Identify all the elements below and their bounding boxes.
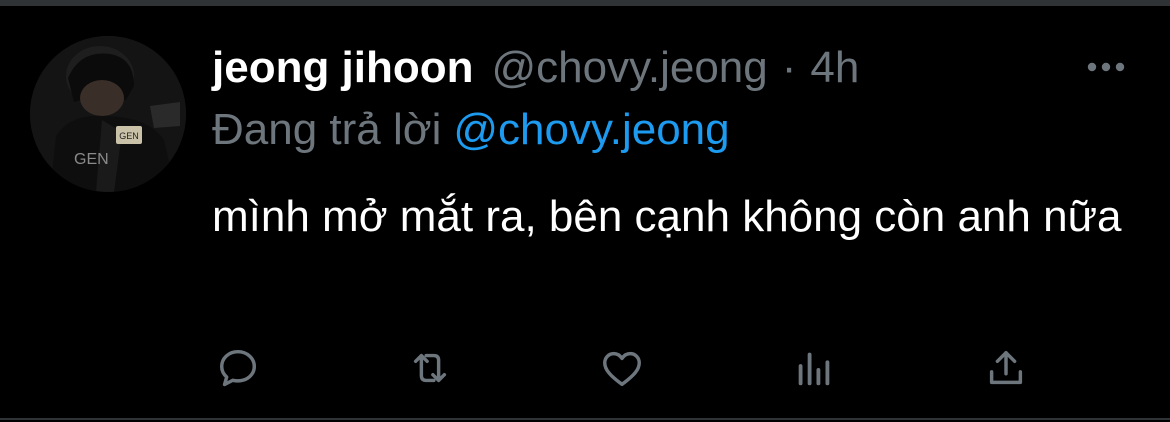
tweet-header: jeong jihoon @chovy.jeong · 4h [212, 38, 859, 98]
tweet-text: mình mở mắt ra, bên cạnh không còn anh n… [212, 192, 1122, 241]
retweet-icon [413, 353, 447, 383]
share-button[interactable] [980, 342, 1032, 394]
more-horizontal-icon [1087, 62, 1125, 72]
retweet-button[interactable] [404, 342, 456, 394]
timestamp[interactable]: 4h [810, 38, 859, 98]
reply-icon [219, 349, 257, 387]
more-options-button[interactable] [1084, 52, 1128, 82]
analytics-icon [798, 352, 830, 386]
like-button[interactable] [596, 342, 648, 394]
display-name[interactable]: jeong jihoon [212, 38, 474, 98]
top-divider [0, 0, 1170, 6]
user-handle[interactable]: @chovy.jeong [492, 38, 768, 98]
bottom-divider [0, 418, 1170, 420]
heart-icon [603, 351, 641, 387]
separator-dot: · [781, 43, 797, 92]
replying-to-label: Đang trả lời [212, 105, 442, 154]
svg-text:GEN: GEN [74, 151, 109, 168]
avatar[interactable]: GEN GEN [30, 36, 186, 192]
avatar-image: GEN GEN [30, 36, 186, 192]
analytics-button[interactable] [788, 342, 840, 394]
reply-button[interactable] [212, 342, 264, 394]
share-icon [989, 350, 1023, 385]
svg-text:GEN: GEN [119, 131, 139, 141]
replying-to-mention[interactable]: @chovy.jeong [453, 105, 729, 154]
replying-to-line: Đang trả lời @chovy.jeong [212, 102, 730, 158]
